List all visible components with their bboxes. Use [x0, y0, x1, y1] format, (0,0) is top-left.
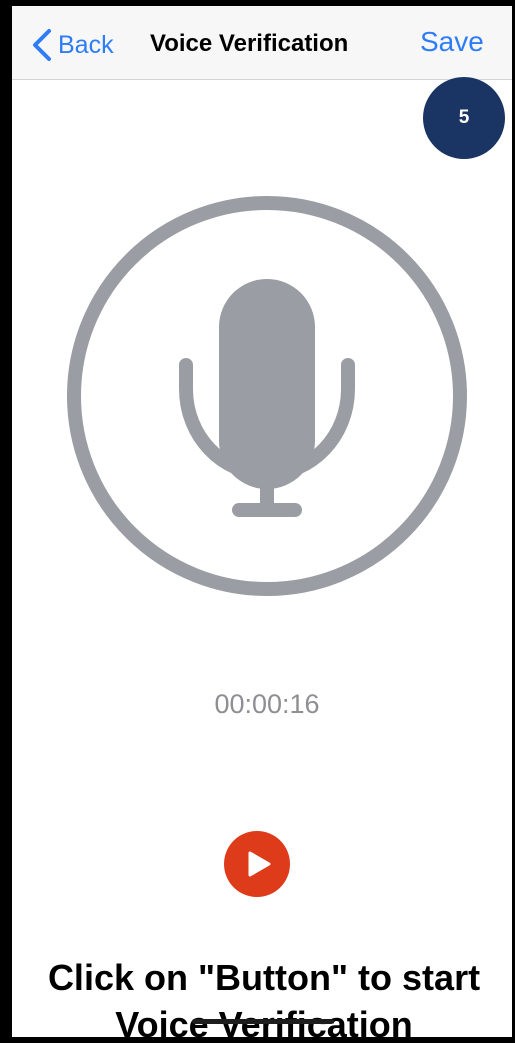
- instruction-text: Click on "Button" to start Voice Verific…: [12, 954, 512, 1037]
- play-button[interactable]: [224, 831, 290, 897]
- microphone-capsule: [219, 279, 315, 489]
- elapsed-time: 00:00:16: [214, 689, 320, 719]
- navigation-bar: Back Voice Verification Save: [12, 6, 512, 80]
- home-indicator: [192, 1019, 334, 1024]
- screen: Back Voice Verification Save 5 00:00:16 …: [12, 6, 512, 1037]
- instruction-line-1: Click on "Button" to start: [47, 957, 481, 998]
- back-label: Back: [58, 30, 114, 59]
- play-icon: [248, 851, 271, 877]
- page-title: Voice Verification: [150, 30, 349, 57]
- save-button[interactable]: Save: [420, 26, 484, 58]
- chevron-left-icon: [33, 29, 51, 61]
- microphone-icon: [67, 196, 467, 596]
- step-badge: 5: [423, 77, 505, 159]
- back-button[interactable]: Back: [30, 28, 114, 62]
